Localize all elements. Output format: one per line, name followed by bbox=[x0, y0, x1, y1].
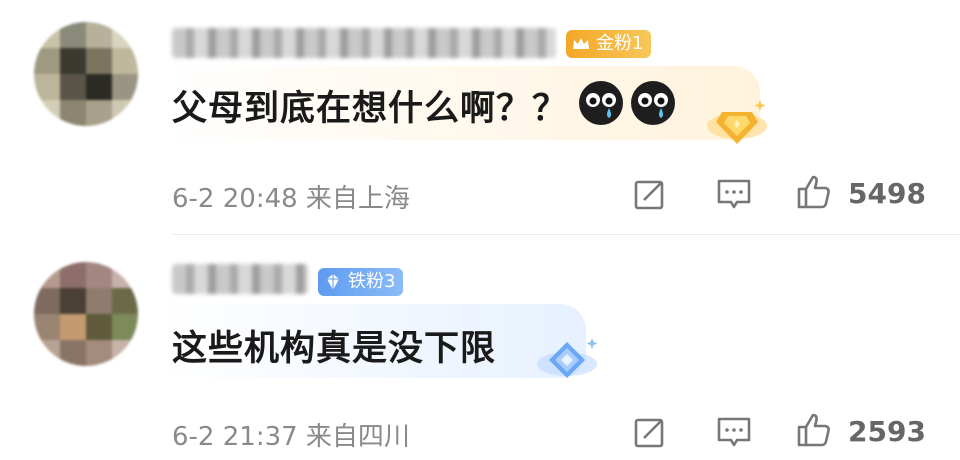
badge-label: 金粉1 bbox=[596, 33, 644, 54]
comment-item: 金粉1 父母到底在想什么啊？？ 6-2 20:48 来自上海 5498 bbox=[0, 0, 960, 236]
comment-text: 父母到底在想什么啊？？ bbox=[172, 89, 569, 129]
blue-diamond-decoration-icon bbox=[537, 338, 598, 378]
avatar[interactable] bbox=[34, 262, 138, 366]
crying-face-icon bbox=[579, 81, 623, 125]
comment-text: 这些机构真是没下限 bbox=[172, 329, 497, 369]
username-blurred[interactable] bbox=[172, 28, 556, 58]
crown-badge-icon bbox=[573, 38, 589, 49]
like-count: 2593 bbox=[848, 415, 926, 448]
badge-label: 铁粉3 bbox=[348, 271, 396, 292]
fan-badge-iron[interactable]: 铁粉3 bbox=[318, 268, 404, 296]
crying-face-icon bbox=[631, 81, 675, 125]
avatar[interactable] bbox=[34, 22, 138, 126]
username-blurred[interactable] bbox=[172, 264, 308, 294]
comment-meta: 6-2 21:37 来自四川 bbox=[172, 422, 410, 452]
comment-icon[interactable] bbox=[716, 176, 752, 212]
share-icon[interactable] bbox=[632, 176, 668, 212]
fan-badge-gold[interactable]: 金粉1 bbox=[566, 30, 652, 58]
like-count: 5498 bbox=[848, 177, 926, 210]
comment-icon[interactable] bbox=[716, 414, 752, 450]
thumbs-up-icon[interactable] bbox=[796, 412, 832, 448]
divider bbox=[172, 234, 960, 235]
share-icon[interactable] bbox=[632, 414, 668, 450]
gold-crown-decoration-icon bbox=[707, 100, 767, 144]
comment-item: 铁粉3 这些机构真是没下限 6-2 21:37 来自四川 2593 bbox=[0, 240, 960, 460]
diamond-badge-icon bbox=[327, 274, 339, 290]
thumbs-up-icon[interactable] bbox=[796, 174, 832, 210]
comment-meta: 6-2 20:48 来自上海 bbox=[172, 184, 410, 214]
